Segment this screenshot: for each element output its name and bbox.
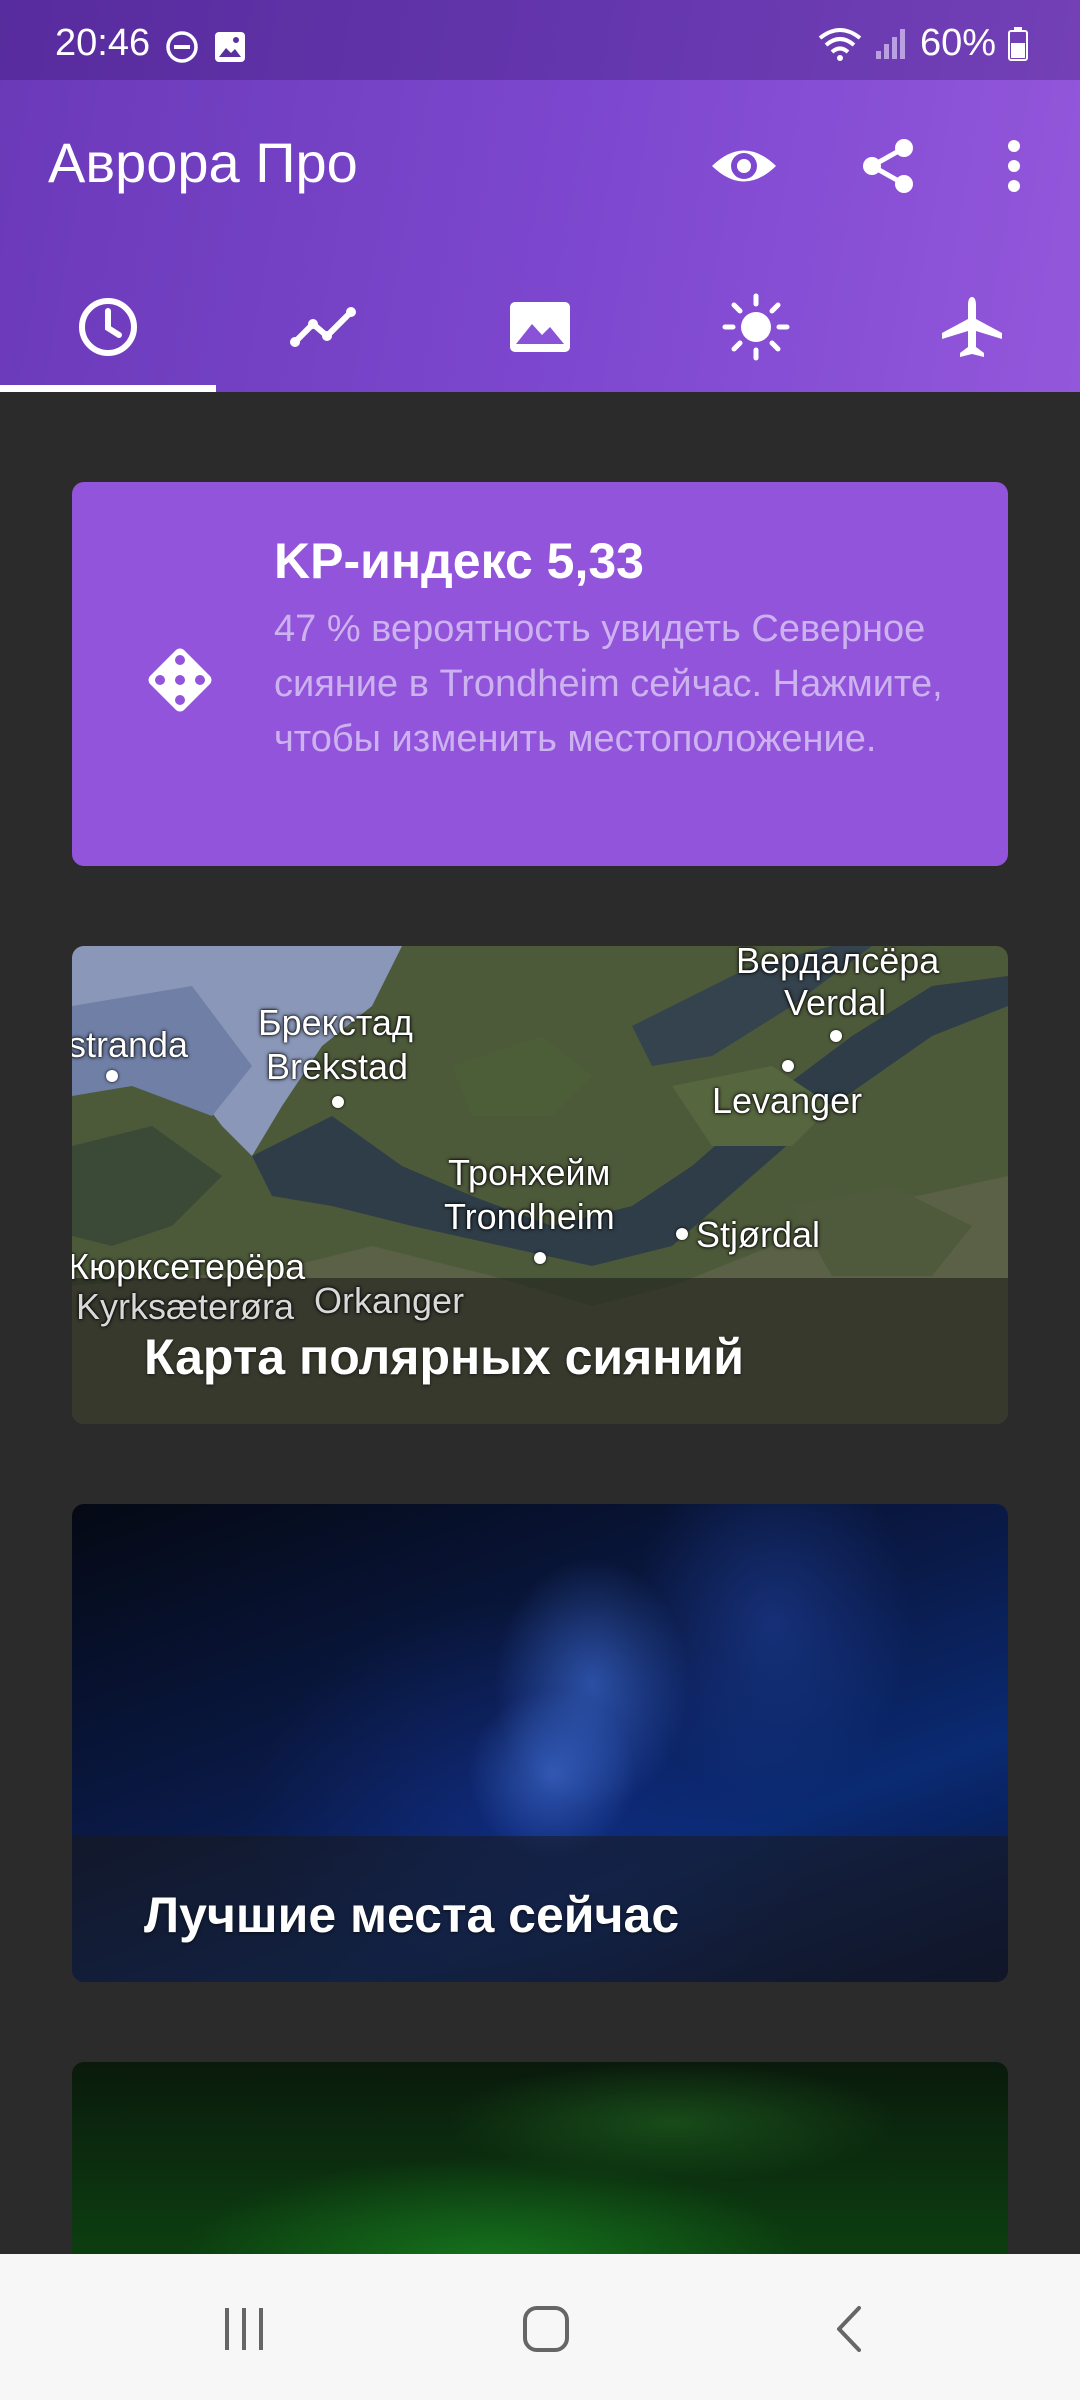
share-button[interactable] <box>852 130 924 202</box>
map-label-trondheim-ru: Тронхейм <box>448 1152 611 1193</box>
status-left-icons <box>165 30 247 64</box>
tab-indicator <box>0 385 216 392</box>
map-marker <box>830 1030 842 1042</box>
map-marker <box>106 1070 118 1082</box>
wifi-icon <box>818 27 862 61</box>
battery-icon <box>1008 26 1028 61</box>
recents-button[interactable] <box>204 2289 284 2369</box>
kp-index-description: 47 % вероятность увидеть Северное сияние… <box>274 608 943 760</box>
map-label-stranda: stranda <box>72 1024 189 1065</box>
app-title: Аврора Про <box>48 131 358 194</box>
share-icon <box>863 139 913 193</box>
aurora-map-card[interactable]: Вердалсёра Verdal stranda Брекстад Breks… <box>72 946 1008 1424</box>
trend-icon <box>290 307 356 347</box>
map-label-verdal: Verdal <box>784 982 887 1023</box>
map-label-orkanger: Orkanger <box>314 1280 465 1321</box>
home-icon <box>523 2306 569 2352</box>
map-marker <box>534 1252 546 1264</box>
map-marker <box>782 1060 794 1072</box>
signal-icon <box>875 28 905 59</box>
more-vert-icon <box>1008 140 1020 192</box>
back-icon <box>837 2306 861 2352</box>
map-label-brekstad: Brekstad <box>266 1046 409 1087</box>
sun-icon <box>722 293 790 361</box>
map-label-brekstad-ru: Брекстад <box>258 1002 413 1043</box>
aurora-map-title: Карта полярных сияний <box>144 1329 744 1385</box>
status-time: 20:46 <box>55 22 151 64</box>
do-not-disturb-icon <box>166 31 198 63</box>
app-header: 20:46 60% Аврора Про <box>0 0 1080 392</box>
dice-icon <box>148 648 212 712</box>
battery-percent: 60% <box>919 22 996 64</box>
image-icon <box>215 32 245 62</box>
map-marker <box>332 1096 344 1108</box>
more-options-button[interactable] <box>978 130 1050 202</box>
tab-flights[interactable] <box>864 262 1080 392</box>
map-label-kyrksaetera: Kyrksæterøra <box>76 1286 295 1327</box>
map-label-stjordal: Stjørdal <box>696 1214 821 1255</box>
status-bar: 20:46 60% <box>0 0 1080 80</box>
tab-now[interactable] <box>0 262 216 392</box>
tab-forecast[interactable] <box>216 262 432 392</box>
clock-icon <box>79 298 137 356</box>
kp-index-card[interactable]: KP-индекс 5,33 47 % вероятность увидеть … <box>72 482 1008 866</box>
map-label-levanger: Levanger <box>712 1080 863 1121</box>
status-right: 60% <box>818 22 1028 65</box>
airplane-icon <box>942 297 1002 357</box>
eye-button[interactable] <box>708 130 780 202</box>
recents-icon <box>225 2308 263 2350</box>
home-button[interactable] <box>506 2289 586 2369</box>
tab-sun[interactable] <box>648 262 864 392</box>
map-label-verdalsora: Вердалсёра <box>736 946 940 981</box>
map-label-kyrksaetera-ru: Кюрксетерёра <box>72 1246 306 1287</box>
system-nav-bar <box>0 2254 1080 2400</box>
best-places-card[interactable]: Лучшие места сейчас <box>72 1504 1008 1982</box>
map-label-trondheim: Trondheim <box>444 1196 615 1237</box>
back-button[interactable] <box>810 2289 890 2369</box>
tab-photos[interactable] <box>432 262 648 392</box>
image-icon <box>510 302 570 352</box>
map-marker <box>676 1228 688 1240</box>
kp-index-title: KP-индекс 5,33 <box>274 533 644 589</box>
best-places-title: Лучшие места сейчас <box>144 1887 680 1943</box>
eye-icon <box>712 150 776 182</box>
